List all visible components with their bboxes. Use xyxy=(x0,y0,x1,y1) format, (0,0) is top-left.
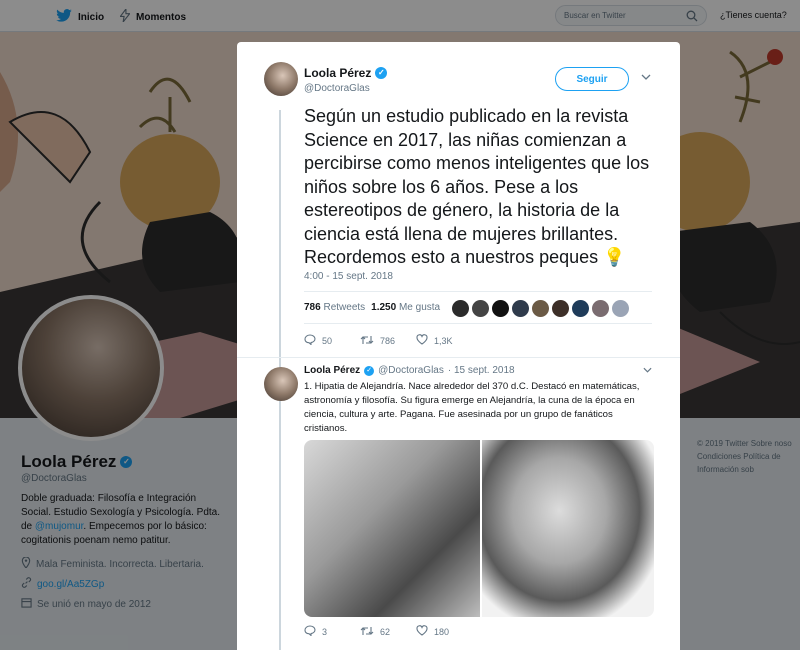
liker-avatar[interactable] xyxy=(612,300,629,317)
tweet-actions: 50 786 1,3K xyxy=(304,334,472,347)
retweets-stat-count: 786 xyxy=(304,302,321,313)
tweet-avatar[interactable] xyxy=(264,62,298,96)
like-button[interactable]: 180 xyxy=(416,625,472,638)
likes-stat[interactable]: 1.250 Me gusta xyxy=(371,302,440,313)
liker-avatar[interactable] xyxy=(452,300,469,317)
reply-icon xyxy=(304,334,316,347)
retweets-stat[interactable]: 786 Retweets xyxy=(304,302,365,313)
liker-avatar[interactable] xyxy=(592,300,609,317)
like-button[interactable]: 1,3K xyxy=(416,334,472,347)
retweet-count: 62 xyxy=(380,626,391,637)
liker-avatar[interactable] xyxy=(472,300,489,317)
verified-icon: ✓ xyxy=(364,365,375,376)
reply-icon xyxy=(304,625,316,638)
reply-media[interactable] xyxy=(304,440,654,617)
heart-icon xyxy=(416,334,428,347)
reply-author-handle[interactable]: @DoctoraGlas xyxy=(378,365,444,376)
thread-line-reply xyxy=(279,402,281,650)
reply-avatar[interactable] xyxy=(264,367,298,401)
tweet-modal: Loola Pérez ✓ @DoctoraGlas Seguir Según … xyxy=(237,42,680,650)
likes-stat-label: Me gusta xyxy=(398,302,441,313)
tweet-divider xyxy=(237,357,680,358)
liker-avatar[interactable] xyxy=(492,300,509,317)
reply-button[interactable]: 50 xyxy=(304,334,360,347)
heart-icon xyxy=(416,625,428,638)
tweet-text: Según un estudio publicado en la revista… xyxy=(304,106,650,267)
liker-avatar[interactable] xyxy=(532,300,549,317)
retweets-stat-label: Retweets xyxy=(323,302,366,313)
liker-avatar[interactable] xyxy=(572,300,589,317)
retweet-button[interactable]: 62 xyxy=(360,626,416,638)
tweet-author-name-text: Loola Pérez xyxy=(304,66,372,80)
tweet-timestamp[interactable]: 4:00 - 15 sept. 2018 xyxy=(304,271,393,282)
retweet-count: 786 xyxy=(380,335,396,346)
reply-actions: 3 62 180 xyxy=(304,625,472,638)
retweet-icon xyxy=(360,335,374,347)
reply-count: 3 xyxy=(322,626,328,637)
reply-author-name[interactable]: Loola Pérez xyxy=(304,365,360,376)
tweet-stats: 786 Retweets 1.250 Me gusta xyxy=(304,291,652,324)
media-image-engraving[interactable] xyxy=(304,440,480,617)
tweet-author-name[interactable]: Loola Pérez ✓ xyxy=(304,66,388,80)
liker-avatar[interactable] xyxy=(552,300,569,317)
like-count: 180 xyxy=(434,626,450,637)
reply-button[interactable]: 3 xyxy=(304,625,360,638)
verified-icon: ✓ xyxy=(375,67,388,79)
liker-avatars xyxy=(452,300,629,317)
likes-stat-count: 1.250 xyxy=(371,302,397,313)
reply-text: 1. Hipatia de Alejandría. Nace alrededor… xyxy=(304,381,640,434)
retweet-button[interactable]: 786 xyxy=(360,335,416,347)
like-count: 1,3K xyxy=(434,335,453,346)
reply-count: 50 xyxy=(322,335,333,346)
retweet-icon xyxy=(360,626,374,638)
follow-button[interactable]: Seguir xyxy=(555,67,629,91)
chevron-down-icon[interactable] xyxy=(643,365,652,375)
media-image-portrait[interactable] xyxy=(482,440,654,617)
liker-avatar[interactable] xyxy=(512,300,529,317)
tweet-author-handle[interactable]: @DoctoraGlas xyxy=(304,83,370,94)
chevron-down-icon[interactable] xyxy=(641,72,651,83)
reply-date[interactable]: · 15 sept. 2018 xyxy=(448,365,515,376)
reply-header: Loola Pérez ✓ @DoctoraGlas · 15 sept. 20… xyxy=(304,365,515,376)
